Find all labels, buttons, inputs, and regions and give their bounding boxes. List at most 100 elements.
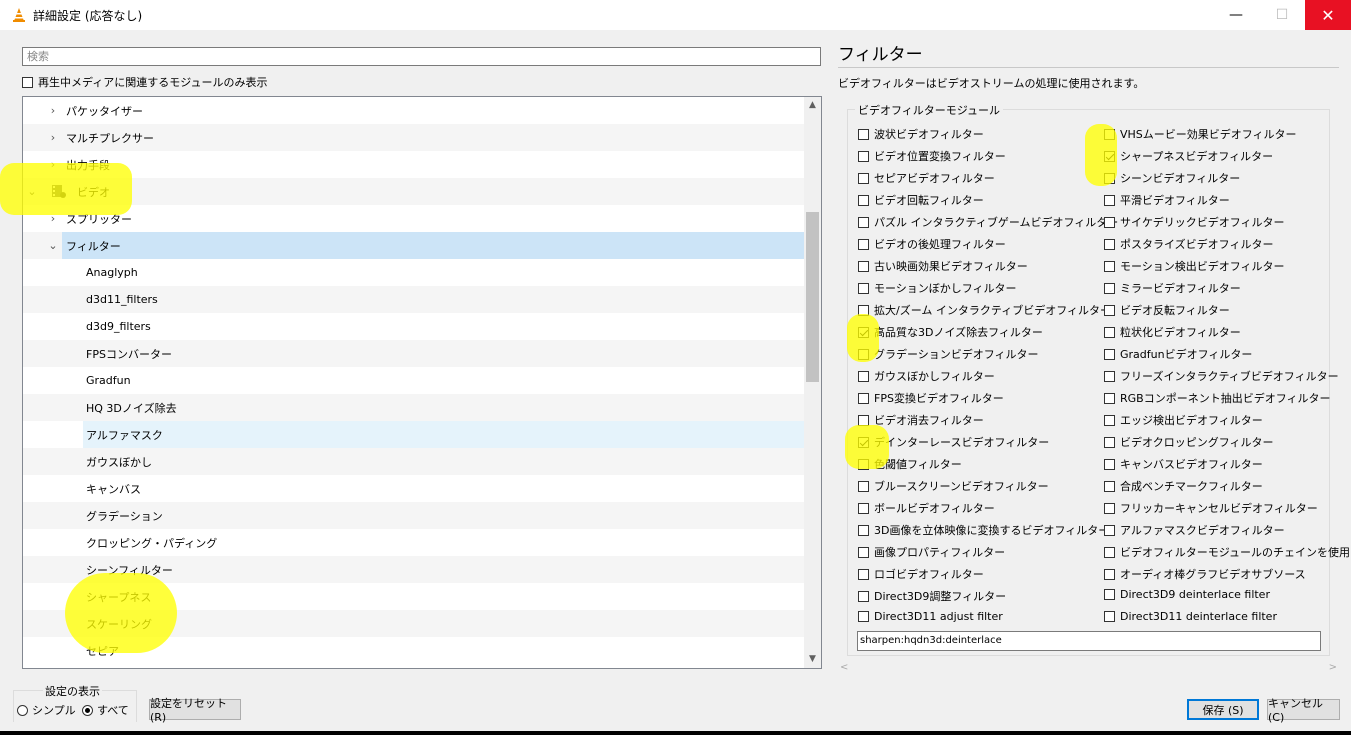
filter-option[interactable]: グラデーションビデオフィルター	[858, 346, 1039, 362]
tree-item[interactable]: キャンバス	[23, 475, 804, 502]
filter-option[interactable]: 粒状化ビデオフィルター	[1104, 324, 1241, 340]
filter-option-checkbox[interactable]	[1104, 326, 1115, 338]
filter-option-checkbox[interactable]	[858, 172, 869, 184]
filter-option-checkbox[interactable]	[1104, 502, 1115, 514]
filter-option[interactable]: ミラービデオフィルター	[1104, 280, 1241, 296]
filter-option[interactable]: 古い映画効果ビデオフィルター	[858, 258, 1028, 274]
filter-option[interactable]: フリーズインタラクティブビデオフィルター	[1104, 368, 1339, 384]
filter-option-checkbox[interactable]	[1104, 436, 1115, 448]
filter-option[interactable]: 合成ベンチマークフィルター	[1104, 478, 1263, 494]
filter-option[interactable]: キャンバスビデオフィルター	[1104, 456, 1263, 472]
filter-option[interactable]: ビデオの後処理フィルター	[858, 236, 1006, 252]
panel-hscrollbar[interactable]: < >	[840, 662, 1337, 674]
filter-option[interactable]: ガウスぼかしフィルター	[858, 368, 995, 384]
filter-option-checkbox[interactable]	[1104, 546, 1115, 558]
filter-option[interactable]: 平滑ビデオフィルター	[1104, 192, 1230, 208]
filter-option[interactable]: ロゴビデオフィルター	[858, 566, 984, 582]
filter-option-checkbox[interactable]	[1104, 480, 1115, 492]
scroll-thumb[interactable]	[806, 212, 819, 382]
tree-item[interactable]: HQ 3Dノイズ除去	[23, 394, 804, 421]
filter-option-checkbox[interactable]	[858, 370, 869, 382]
filter-option[interactable]: 3D画像を立体映像に変換するビデオフィルター	[858, 522, 1109, 538]
tree-item[interactable]: アルファマスク	[23, 421, 804, 448]
filter-option[interactable]: ビデオ回転フィルター	[858, 192, 984, 208]
minimize-button[interactable]: —	[1213, 0, 1259, 30]
filter-option[interactable]: シャープネスビデオフィルター	[1104, 148, 1273, 164]
filter-option-checkbox[interactable]	[1104, 524, 1115, 536]
filter-option-checkbox[interactable]	[1104, 260, 1115, 272]
filter-option-checkbox[interactable]	[1104, 611, 1115, 622]
filter-option-checkbox[interactable]	[1104, 568, 1115, 580]
filter-option[interactable]: RGBコンポーネント抽出ビデオフィルター	[1104, 390, 1331, 406]
filter-option[interactable]: ビデオ位置変換フィルター	[858, 148, 1006, 164]
filter-option-checkbox[interactable]	[1104, 414, 1115, 426]
filter-option-checkbox[interactable]	[1104, 392, 1115, 404]
tree-item[interactable]: ⌄ フィルター	[23, 232, 804, 259]
tree-item[interactable]: ›出力手段	[23, 151, 804, 178]
filter-option-checkbox[interactable]	[858, 546, 869, 558]
filter-option[interactable]: ボールビデオフィルター	[858, 500, 995, 516]
filter-option-checkbox[interactable]	[1104, 238, 1115, 250]
tree-item[interactable]: › パケッタイザー	[23, 97, 804, 124]
tree-item[interactable]: FPSコンバーター	[23, 340, 804, 367]
filter-option-checkbox[interactable]	[1104, 216, 1115, 228]
filter-option[interactable]: パズル インタラクティブゲームビデオフィルター	[858, 214, 1118, 230]
filter-option[interactable]: Direct3D11 deinterlace filter	[1104, 610, 1277, 623]
filter-option-checkbox[interactable]	[858, 216, 869, 228]
tree-item[interactable]: › スプリッター	[23, 205, 804, 232]
filter-option[interactable]: ポスタライズビデオフィルター	[1104, 236, 1273, 252]
filter-option[interactable]: ビデオ反転フィルター	[1104, 302, 1230, 318]
filter-chain-field[interactable]: sharpen:hqdn3d:deinterlace	[857, 631, 1321, 651]
filter-option-checkbox[interactable]	[1104, 282, 1115, 294]
filter-option-checkbox[interactable]	[1104, 589, 1115, 600]
filter-option[interactable]: モーション検出ビデオフィルター	[1104, 258, 1285, 274]
filter-option[interactable]: VHSムービー効果ビデオフィルター	[1104, 126, 1297, 142]
scroll-left-icon[interactable]: <	[840, 662, 848, 673]
tree-item[interactable]: グラデーション	[23, 502, 804, 529]
close-button[interactable]: ✕	[1305, 0, 1351, 30]
expand-chevron-icon[interactable]: ›	[48, 104, 58, 117]
tree-item[interactable]: d3d9_filters	[23, 313, 804, 340]
expand-chevron-icon[interactable]: ›	[48, 131, 58, 144]
tree-item[interactable]: Anaglyph	[23, 259, 804, 286]
filter-option-checkbox[interactable]	[858, 611, 869, 622]
filter-option-checkbox[interactable]	[858, 260, 869, 272]
simple-radio-button[interactable]	[17, 704, 28, 716]
filter-option-checkbox[interactable]	[1104, 370, 1115, 382]
scroll-down-icon[interactable]: ▼	[804, 651, 821, 668]
filter-option-checkbox[interactable]	[858, 238, 869, 250]
filter-option-checkbox[interactable]	[858, 282, 869, 294]
all-radio[interactable]: すべて	[82, 702, 129, 718]
tree-item[interactable]: クロッピング・パディング	[23, 529, 804, 556]
filter-option[interactable]: ビデオフィルターモジュールのチェインを使用	[1104, 544, 1350, 560]
filter-option[interactable]: モーションぼかしフィルター	[858, 280, 1017, 296]
only-current-media-checkbox[interactable]	[22, 76, 33, 88]
filter-option-checkbox[interactable]	[858, 128, 869, 140]
save-button[interactable]: 保存 (S)	[1187, 699, 1259, 720]
filter-option-checkbox[interactable]	[858, 150, 869, 162]
filter-option-checkbox[interactable]	[858, 568, 869, 580]
filter-option-checkbox[interactable]	[858, 194, 869, 206]
all-radio-button[interactable]	[82, 704, 93, 716]
tree-item[interactable]: ガウスぼかし	[23, 448, 804, 475]
collapse-chevron-icon[interactable]: ⌄	[48, 239, 58, 252]
filter-option[interactable]: FPS変換ビデオフィルター	[858, 390, 1004, 406]
filter-option-checkbox[interactable]	[858, 414, 869, 426]
filter-option[interactable]: Direct3D9調整フィルター	[858, 588, 1006, 604]
filter-option[interactable]: Direct3D9 deinterlace filter	[1104, 588, 1270, 601]
filter-option[interactable]: アルファマスクビデオフィルター	[1104, 522, 1285, 538]
filter-option-checkbox[interactable]	[1104, 458, 1115, 470]
filter-option-checkbox[interactable]	[1104, 194, 1115, 206]
filter-option[interactable]: 高品質な3Dノイズ除去フィルター	[858, 324, 1043, 340]
filter-option[interactable]: フリッカーキャンセルビデオフィルター	[1104, 500, 1318, 516]
filter-option-checkbox[interactable]	[1104, 304, 1115, 316]
simple-radio[interactable]: シンプル	[17, 702, 76, 718]
filter-option[interactable]: セピアビデオフィルター	[858, 170, 995, 186]
filter-option[interactable]: エッジ検出ビデオフィルター	[1104, 412, 1263, 428]
tree-item[interactable]: Gradfun	[23, 367, 804, 394]
tree-scrollbar[interactable]: ▲ ▼	[804, 97, 821, 668]
filter-option[interactable]: サイケデリックビデオフィルター	[1104, 214, 1285, 230]
filter-option[interactable]: ブルースクリーンビデオフィルター	[858, 478, 1049, 494]
only-current-media-toggle[interactable]: 再生中メディアに関連するモジュールのみ表示	[22, 74, 267, 90]
tree-item[interactable]: › マルチプレクサー	[23, 124, 804, 151]
